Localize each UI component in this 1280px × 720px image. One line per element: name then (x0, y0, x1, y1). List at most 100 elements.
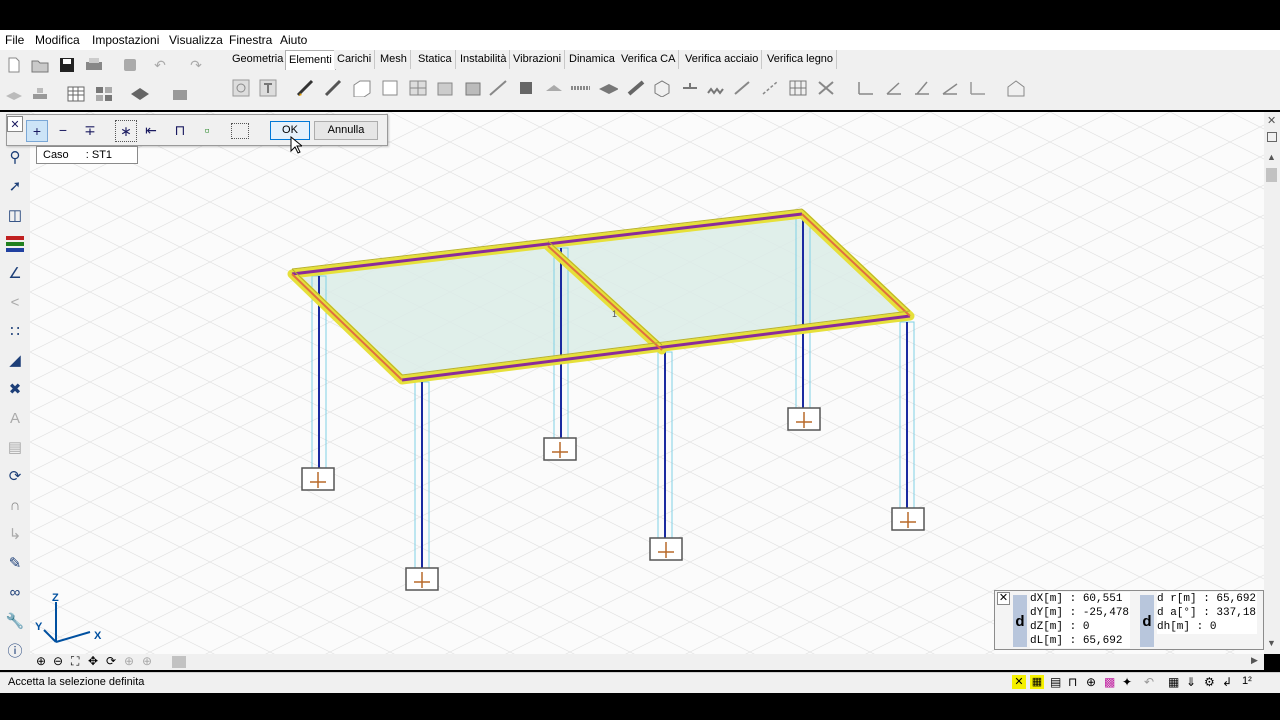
menu-finestra[interactable]: Finestra (229, 33, 272, 47)
rotate-icon[interactable]: ⟳ (4, 465, 26, 487)
frame-grid-icon[interactable] (788, 78, 808, 98)
extrude-icon[interactable] (816, 78, 836, 98)
select-all-icon[interactable]: ∗ (115, 120, 137, 142)
local-axes-icon[interactable] (856, 78, 876, 98)
brush-icon[interactable]: ✎ (4, 552, 26, 574)
open-folder-icon[interactable] (30, 55, 50, 75)
info-icon[interactable]: ⓘ (4, 639, 26, 661)
render-icon[interactable] (170, 84, 190, 104)
stop-icon[interactable] (120, 55, 140, 75)
scroll-down-icon[interactable]: ▼ (1267, 638, 1276, 648)
beam-edit-icon[interactable] (324, 78, 344, 98)
cable-icon[interactable] (760, 78, 780, 98)
element-props-icon[interactable] (231, 78, 251, 98)
tab-statica[interactable]: Statica (415, 50, 456, 69)
menu-modifica[interactable]: Modifica (35, 33, 80, 47)
annulla-button[interactable]: Annulla (314, 121, 378, 140)
nodes-icon[interactable]: ∷ (4, 320, 26, 342)
frame-icon[interactable]: ∩ (4, 494, 26, 516)
zoom-extents-icon[interactable]: ⛶ (71, 654, 79, 669)
hatch-icon[interactable]: ▤ (4, 436, 26, 458)
grid-plate-icon[interactable] (408, 78, 428, 98)
slab-icon[interactable] (544, 78, 564, 98)
status-tools-icon[interactable]: ⚙ (1204, 675, 1215, 689)
tab-geometria[interactable]: Geometria (229, 50, 288, 69)
copy-icon[interactable]: ◫ (4, 204, 26, 226)
new-file-icon[interactable] (4, 55, 24, 75)
beam-draw-icon[interactable] (296, 78, 316, 98)
brace-icon[interactable] (626, 78, 646, 98)
snap-cross-icon[interactable]: ✕ (1012, 675, 1026, 689)
axes-icon[interactable]: ➚ (4, 175, 26, 197)
select-by-level-icon[interactable]: ▫ (197, 120, 217, 140)
pan-icon[interactable]: ✥ (88, 654, 98, 668)
layer-icon[interactable] (4, 84, 24, 104)
binoculars-icon[interactable]: ∞ (4, 581, 26, 603)
perspective-icon[interactable] (130, 84, 150, 104)
menu-aiuto[interactable]: Aiuto (280, 33, 307, 47)
link-icon[interactable] (680, 78, 700, 98)
tab-verifica-ca[interactable]: Verifica CA (618, 50, 680, 69)
zoom-in-icon[interactable]: ⊕ (36, 654, 46, 668)
close-measure-icon[interactable]: ✕ (997, 592, 1010, 605)
scroll-right-icon[interactable]: ▶ (1251, 655, 1258, 666)
tab-verifica-legno[interactable]: Verifica legno (764, 50, 838, 69)
snap-color-icon[interactable]: ▩ (1104, 675, 1115, 689)
rotation-icon[interactable] (940, 78, 960, 98)
dimension-icon[interactable]: ∠ (4, 262, 26, 284)
select-by-type-icon[interactable]: ⊓ (170, 120, 190, 140)
grid-view-icon[interactable] (94, 84, 114, 104)
truss-icon[interactable] (488, 78, 508, 98)
solid-icon[interactable] (436, 78, 456, 98)
save-icon[interactable] (57, 55, 77, 75)
support-back-right[interactable] (787, 407, 821, 431)
wrench-icon[interactable]: 🔧 (4, 610, 26, 632)
toggle-selection-icon[interactable]: ∓ (80, 120, 100, 140)
section-icon[interactable] (968, 78, 988, 98)
wall-icon[interactable] (380, 78, 400, 98)
shell-icon[interactable] (464, 78, 484, 98)
support-back-left[interactable] (301, 467, 335, 491)
snap-grid-icon[interactable]: ▦ (1030, 675, 1044, 689)
tab-mesh[interactable]: Mesh (377, 50, 411, 69)
support-front-middle[interactable] (649, 537, 683, 561)
refresh-icon[interactable]: ⟳ (106, 654, 116, 668)
tab-dinamica[interactable]: Dinamica (566, 50, 619, 69)
tab-carichi[interactable]: Carichi (334, 50, 376, 69)
print-icon[interactable] (84, 55, 104, 75)
table-icon[interactable] (66, 84, 86, 104)
status-power-icon[interactable]: 1² (1242, 675, 1252, 687)
status-ruler-icon[interactable]: ↲ (1222, 675, 1232, 689)
tab-elementi[interactable]: Elementi (285, 50, 336, 70)
restore-view-icon[interactable] (1267, 132, 1277, 142)
support-back-middle[interactable] (543, 437, 577, 461)
support-front-left[interactable] (405, 567, 439, 591)
vertical-scroll-thumb[interactable] (1266, 168, 1277, 182)
model-canvas[interactable]: 1 Z Y X (30, 112, 1264, 654)
tab-vibrazioni[interactable]: Vibrazioni (510, 50, 566, 69)
status-loads-icon[interactable]: ⇓ (1186, 675, 1196, 689)
next-view-icon[interactable]: ⊕ (142, 654, 152, 668)
layers-color-icon[interactable] (4, 233, 26, 255)
cube-icon[interactable] (652, 78, 672, 98)
offset-icon[interactable] (912, 78, 932, 98)
status-table-icon[interactable]: ▦ (1168, 675, 1179, 689)
snap-arrow-icon[interactable]: ↶ (1144, 675, 1154, 689)
undo-icon[interactable]: ↶ (150, 55, 170, 75)
rigid-link-icon[interactable] (732, 78, 752, 98)
release-icon[interactable] (884, 78, 904, 98)
previous-selection-icon[interactable]: ⇤ (141, 120, 161, 140)
menu-visualizza[interactable]: Visualizza (169, 33, 223, 47)
floor-icon[interactable] (598, 78, 618, 98)
text-angle-icon[interactable]: A (4, 407, 26, 429)
vertical-scrollbar[interactable]: ✕ ▲ ▼ (1264, 112, 1280, 654)
arrow-left-icon[interactable]: < (4, 291, 26, 313)
menu-impostazioni[interactable]: Impostazioni (92, 33, 159, 47)
zoom-out-icon[interactable]: ⊖ (53, 654, 63, 668)
tab-verifica-acciaio[interactable]: Verifica acciaio (682, 50, 763, 69)
redo-icon[interactable]: ↷ (186, 55, 206, 75)
building-icon[interactable] (1006, 78, 1026, 98)
snap-frame-icon[interactable]: ⊓ (1068, 675, 1077, 689)
window-selection-icon[interactable] (231, 123, 249, 139)
model-viewport[interactable]: 1 Z Y X (30, 112, 1264, 654)
